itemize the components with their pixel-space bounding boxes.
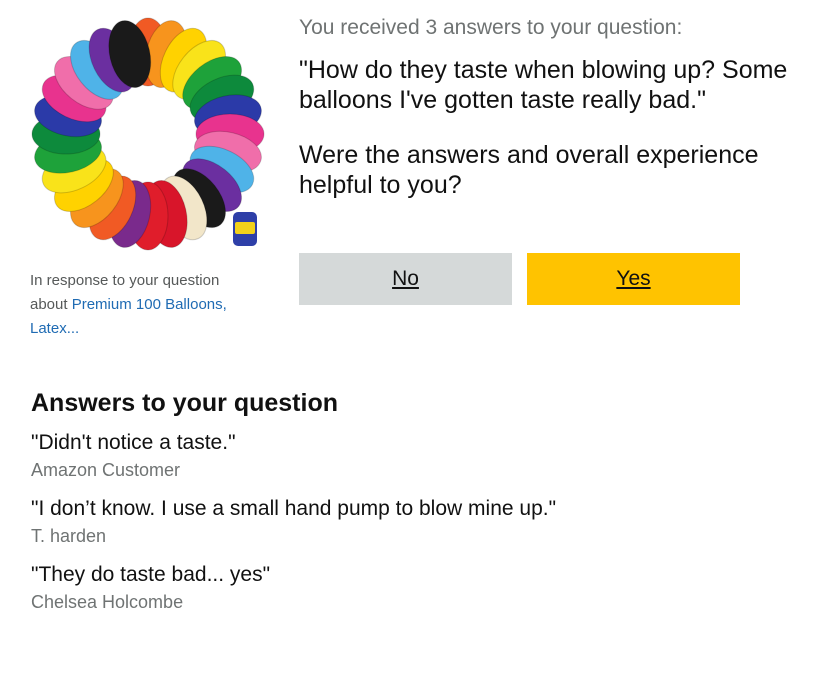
answer-item: "They do taste bad... yes" Chelsea Holco… [31,561,811,615]
ribbon-spool-icon [233,212,257,246]
product-image[interactable] [28,14,268,254]
answers-heading: Answers to your question [31,389,338,417]
answer-text: "I don’t know. I use a small hand pump t… [31,497,557,520]
answer-author: Amazon Customer [31,460,181,480]
balloon-ring-image [31,17,265,251]
product-caption: In response to your question about Premi… [30,269,260,341]
answer-text: "Didn't notice a taste." [31,431,236,454]
answers-section: Answers to your question "Didn't notice … [31,387,811,627]
answer-author: T. harden [31,526,107,546]
answer-item: "Didn't notice a taste." Amazon Customer [31,429,811,483]
answer-item: "I don’t know. I use a small hand pump t… [31,495,811,549]
helpful-prompt: Were the answers and overall experience … [299,141,759,199]
received-answers-text: You received 3 answers to your question: [299,16,683,39]
question-text: "How do they taste when blowing up? Some… [299,56,788,114]
answer-text: "They do taste bad... yes" [31,563,271,586]
question-panel: You received 3 answers to your question:… [299,14,819,200]
answer-author: Chelsea Holcombe [31,592,184,612]
no-button[interactable]: No [299,253,512,305]
yes-button[interactable]: Yes [527,253,740,305]
